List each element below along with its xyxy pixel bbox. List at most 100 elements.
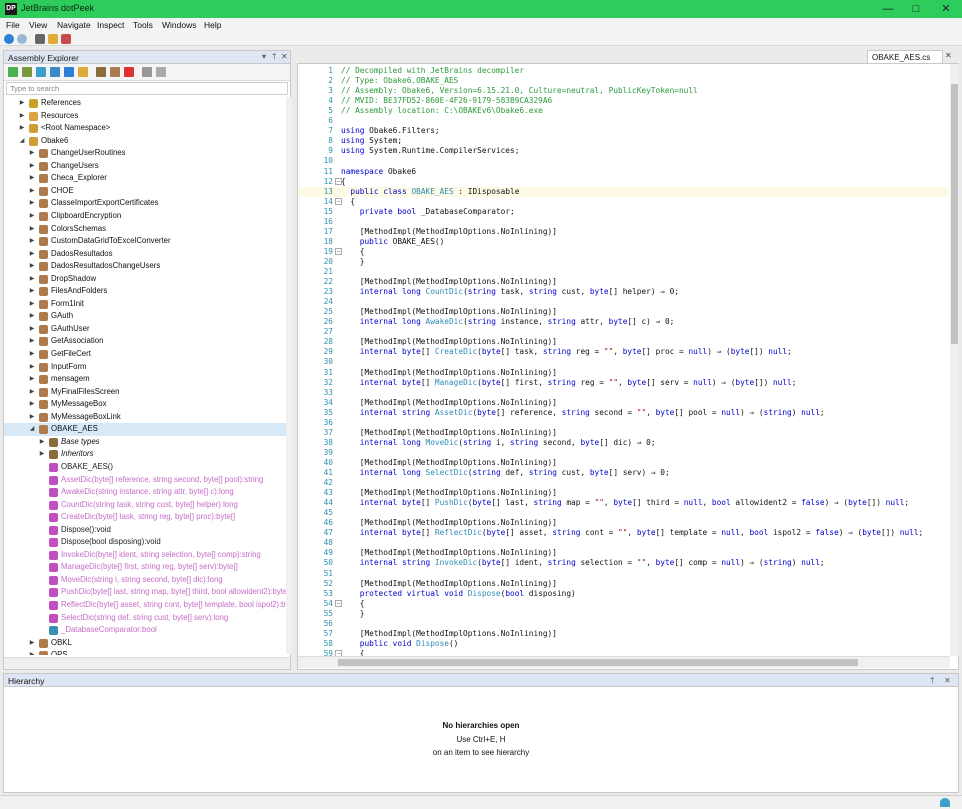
code-line[interactable]: 43 [MethodImpl(MethodImplOptions.NoInlin…: [298, 488, 948, 498]
code-line[interactable]: 56: [298, 619, 948, 629]
code-line[interactable]: 42: [298, 478, 948, 488]
code-line[interactable]: 3 // Assembly: Obake6, Version=6.15.21.0,…: [298, 86, 948, 96]
collapsed-arrow-icon[interactable]: ▶: [18, 97, 26, 110]
tree-item[interactable]: ▶ MyMessageBox: [4, 398, 286, 411]
tree-item[interactable]: ▶ <Root Namespace>: [4, 122, 286, 135]
code-line[interactable]: 15 private bool _DatabaseComparator;: [298, 207, 948, 217]
open-nuget-icon[interactable]: [36, 67, 46, 77]
code-line[interactable]: 33: [298, 388, 948, 398]
tree-item[interactable]: ▶ OBKL: [4, 637, 286, 650]
tree-item[interactable]: ▶ CHOE: [4, 185, 286, 198]
code-line[interactable]: 23 internal long CountDic(string task, s…: [298, 287, 948, 297]
collapsed-arrow-icon[interactable]: ▶: [28, 197, 36, 210]
code-line[interactable]: 53 protected virtual void Dispose(bool d…: [298, 589, 948, 599]
collapsed-arrow-icon[interactable]: ▶: [28, 160, 36, 173]
collapsed-arrow-icon[interactable]: ▶: [28, 348, 36, 361]
panel-close-icon[interactable]: ✕: [281, 52, 288, 61]
tree-item[interactable]: ▶ mensagem: [4, 373, 286, 386]
collapsed-arrow-icon[interactable]: ▶: [28, 649, 36, 655]
back-icon[interactable]: [4, 34, 14, 44]
tree-item[interactable]: ▶ Checa_Explorer: [4, 172, 286, 185]
code-line[interactable]: 2 // Type: Obake6.OBAKE_AES: [298, 76, 948, 86]
code-line[interactable]: 30: [298, 357, 948, 367]
collapsed-arrow-icon[interactable]: ▶: [28, 185, 36, 198]
collapsed-arrow-icon[interactable]: ▶: [28, 398, 36, 411]
code-line[interactable]: 1 // Decompiled with JetBrains decompiler: [298, 66, 948, 76]
collapsed-arrow-icon[interactable]: ▶: [28, 373, 36, 386]
tree-item[interactable]: ReflectDic(byte[] asset, string cont, by…: [4, 599, 286, 612]
open-icon[interactable]: [35, 34, 45, 44]
collapsed-arrow-icon[interactable]: ▶: [28, 147, 36, 160]
code-line[interactable]: 26 internal long AwakeDic(string instanc…: [298, 317, 948, 327]
code-line[interactable]: 7 using Obake6.Filters;: [298, 126, 948, 136]
code-line[interactable]: 17 [MethodImpl(MethodImplOptions.NoInlin…: [298, 227, 948, 237]
menu-view[interactable]: View: [29, 20, 47, 30]
tree-item[interactable]: OBAKE_AES(): [4, 461, 286, 474]
collapsed-arrow-icon[interactable]: ▶: [28, 386, 36, 399]
code-line[interactable]: 14− {: [298, 197, 948, 207]
tree-item[interactable]: ▶ ChangeUsers: [4, 160, 286, 173]
code-line[interactable]: 12−{: [298, 177, 948, 187]
tree-item[interactable]: ▶ Resources: [4, 110, 286, 123]
collapsed-arrow-icon[interactable]: ▶: [18, 122, 26, 135]
assembly-list-icon[interactable]: [48, 34, 58, 44]
code-line[interactable]: 34 [MethodImpl(MethodImplOptions.NoInlin…: [298, 398, 948, 408]
sync-icon[interactable]: [64, 67, 74, 77]
code-area[interactable]: 1 // Decompiled with JetBrains decompiler…: [298, 66, 948, 656]
code-line[interactable]: 50 internal string InvokeDic(byte[] iden…: [298, 558, 948, 568]
code-line[interactable]: 35 internal string AssetDic(byte[] refer…: [298, 408, 948, 418]
code-line[interactable]: 21: [298, 267, 948, 277]
code-line[interactable]: 58 public void Dispose(): [298, 639, 948, 649]
code-line[interactable]: 37 [MethodImpl(MethodImplOptions.NoInlin…: [298, 428, 948, 438]
tree-item[interactable]: Dispose(bool disposing):void: [4, 536, 286, 549]
code-line[interactable]: 6: [298, 116, 948, 126]
panel-close-icon[interactable]: ✕: [944, 676, 951, 685]
code-editor[interactable]: 1 // Decompiled with JetBrains decompiler…: [297, 63, 959, 670]
tab-obake-aes[interactable]: OBAKE_AES.cs: [867, 50, 943, 63]
tree-item[interactable]: ▶ DadosResultados: [4, 248, 286, 261]
tree-horizontal-scrollbar[interactable]: [4, 657, 290, 669]
assembly-list-icon[interactable]: [96, 67, 106, 77]
code-line[interactable]: 13 public class OBAKE_AES : IDisposable: [298, 186, 948, 197]
code-line[interactable]: 51: [298, 569, 948, 579]
tree-item[interactable]: Dispose():void: [4, 524, 286, 537]
collapsed-arrow-icon[interactable]: ▶: [28, 285, 36, 298]
code-line[interactable]: 29 internal byte[] CreateDic(byte[] task…: [298, 347, 948, 357]
tree-item[interactable]: _DatabaseComparator:bool: [4, 624, 286, 637]
code-line[interactable]: 57 [MethodImpl(MethodImplOptions.NoInlin…: [298, 629, 948, 639]
collapsed-arrow-icon[interactable]: ▶: [28, 235, 36, 248]
pin-icon[interactable]: †: [930, 676, 934, 685]
tree-item[interactable]: ▶ GetAssociation: [4, 335, 286, 348]
forward-icon[interactable]: [17, 34, 27, 44]
collapsed-arrow-icon[interactable]: ▶: [38, 448, 46, 461]
add-assembly-icon[interactable]: [8, 67, 18, 77]
collapsed-arrow-icon[interactable]: ▶: [28, 411, 36, 424]
code-line[interactable]: 10: [298, 156, 948, 166]
tab-close-icon[interactable]: ✕: [945, 51, 952, 60]
tree-item[interactable]: ▶ FilesAndFolders: [4, 285, 286, 298]
code-line[interactable]: 32 internal byte[] ManageDic(byte[] firs…: [298, 378, 948, 388]
collapsed-arrow-icon[interactable]: ▶: [38, 436, 46, 449]
menu-tools[interactable]: Tools: [133, 20, 153, 30]
collapsed-arrow-icon[interactable]: ▶: [28, 361, 36, 374]
search-input[interactable]: Type to search: [6, 82, 288, 95]
code-line[interactable]: 39: [298, 448, 948, 458]
collapsed-arrow-icon[interactable]: ▶: [28, 273, 36, 286]
clear-icon[interactable]: [61, 34, 71, 44]
collapsed-arrow-icon[interactable]: ▶: [28, 248, 36, 261]
tree-item[interactable]: ▶ GAuth: [4, 310, 286, 323]
properties-icon[interactable]: [142, 67, 152, 77]
tree-item[interactable]: ◢ Obake6: [4, 135, 286, 148]
editor-vertical-scrollbar[interactable]: [950, 64, 959, 656]
tree-item[interactable]: ▶ References: [4, 97, 286, 110]
collapsed-arrow-icon[interactable]: ▶: [28, 335, 36, 348]
scrollbar-thumb[interactable]: [951, 84, 958, 344]
code-line[interactable]: 49 [MethodImpl(MethodImplOptions.NoInlin…: [298, 548, 948, 558]
menu-windows[interactable]: Windows: [162, 20, 196, 30]
maximize-icon[interactable]: □: [900, 0, 932, 18]
panel-menu-icon[interactable]: ▾: [262, 52, 266, 61]
code-line[interactable]: 25 [MethodImpl(MethodImplOptions.NoInlin…: [298, 307, 948, 317]
collapse-all-icon[interactable]: [110, 67, 120, 77]
code-line[interactable]: 16: [298, 217, 948, 227]
menu-help[interactable]: Help: [204, 20, 221, 30]
